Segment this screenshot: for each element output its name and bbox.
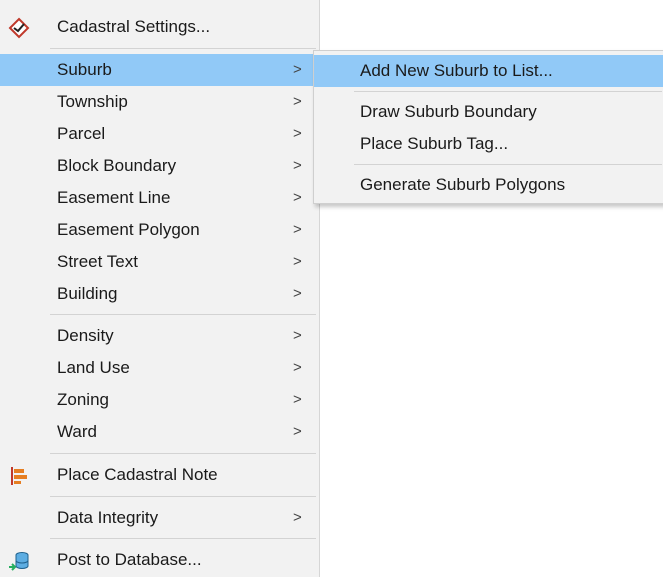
submenu-item-label: Generate Suburb Polygons	[360, 175, 566, 194]
menu-item-cadastral-settings[interactable]: Cadastral Settings...	[0, 11, 319, 43]
menu-item-label: Suburb	[57, 60, 112, 79]
submenu-item-label: Draw Suburb Boundary	[360, 102, 537, 121]
submenu-item-label: Place Suburb Tag...	[360, 134, 509, 153]
menu-separator	[50, 538, 316, 539]
menu-item-label: Parcel	[57, 124, 106, 143]
menu-item-label: Cadastral Settings...	[57, 17, 211, 36]
chevron-right-icon: >	[293, 391, 302, 408]
menu-item-easement-line[interactable]: Easement Line >	[0, 182, 319, 214]
chevron-right-icon: >	[293, 359, 302, 376]
chevron-right-icon: >	[293, 61, 302, 78]
menu-separator	[354, 164, 662, 165]
menu-separator	[50, 48, 316, 49]
submenu-item-label: Add New Suburb to List...	[360, 61, 553, 80]
menu-separator	[50, 314, 316, 315]
menu-item-ward[interactable]: Ward >	[0, 416, 319, 448]
cadastral-settings-icon	[8, 17, 30, 39]
menu-item-land-use[interactable]: Land Use >	[0, 352, 319, 384]
chevron-right-icon: >	[293, 285, 302, 302]
menu-item-label: Township	[57, 92, 128, 111]
menu-separator	[354, 91, 662, 92]
menu-separator	[50, 453, 316, 454]
menu-item-label: Building	[57, 284, 118, 303]
menu-item-township[interactable]: Township >	[0, 86, 319, 118]
chevron-right-icon: >	[293, 221, 302, 238]
chevron-right-icon: >	[293, 253, 302, 270]
chevron-right-icon: >	[293, 157, 302, 174]
menu-item-block-boundary[interactable]: Block Boundary >	[0, 150, 319, 182]
submenu-item-generate-suburb-polygons[interactable]: Generate Suburb Polygons	[314, 169, 663, 201]
cadastral-context-menu: Cadastral Settings... Suburb > Township …	[0, 0, 320, 577]
menu-item-easement-polygon[interactable]: Easement Polygon >	[0, 214, 319, 246]
submenu-item-add-new-suburb[interactable]: Add New Suburb to List...	[314, 55, 663, 87]
suburb-submenu: Add New Suburb to List... Draw Suburb Bo…	[313, 50, 663, 204]
menu-item-label: Place Cadastral Note	[57, 465, 218, 484]
menu-item-zoning[interactable]: Zoning >	[0, 384, 319, 416]
submenu-item-draw-suburb-boundary[interactable]: Draw Suburb Boundary	[314, 96, 663, 128]
chevron-right-icon: >	[293, 423, 302, 440]
cadastral-note-icon	[8, 465, 30, 487]
menu-item-building[interactable]: Building >	[0, 278, 319, 310]
menu-item-label: Easement Polygon	[57, 220, 200, 239]
menu-item-parcel[interactable]: Parcel >	[0, 118, 319, 150]
menu-item-data-integrity[interactable]: Data Integrity >	[0, 502, 319, 534]
chevron-right-icon: >	[293, 189, 302, 206]
menu-item-label: Ward	[57, 422, 97, 441]
menu-item-density[interactable]: Density >	[0, 320, 319, 352]
menu-item-street-text[interactable]: Street Text >	[0, 246, 319, 278]
menu-item-label: Density	[57, 326, 114, 345]
chevron-right-icon: >	[293, 93, 302, 110]
menu-separator	[50, 496, 316, 497]
menu-item-label: Data Integrity	[57, 508, 159, 527]
menu-item-label: Street Text	[57, 252, 138, 271]
submenu-item-place-suburb-tag[interactable]: Place Suburb Tag...	[314, 128, 663, 160]
menu-item-label: Block Boundary	[57, 156, 177, 175]
menu-item-label: Zoning	[57, 390, 109, 409]
menu-item-place-cadastral-note[interactable]: Place Cadastral Note	[0, 459, 319, 491]
chevron-right-icon: >	[293, 509, 302, 526]
post-to-database-icon	[8, 550, 30, 572]
chevron-right-icon: >	[293, 327, 302, 344]
menu-item-label: Easement Line	[57, 188, 171, 207]
menu-item-post-to-database[interactable]: Post to Database...	[0, 544, 319, 576]
menu-item-label: Land Use	[57, 358, 130, 377]
menu-item-suburb[interactable]: Suburb >	[0, 54, 319, 86]
menu-item-label: Post to Database...	[57, 550, 202, 569]
chevron-right-icon: >	[293, 125, 302, 142]
